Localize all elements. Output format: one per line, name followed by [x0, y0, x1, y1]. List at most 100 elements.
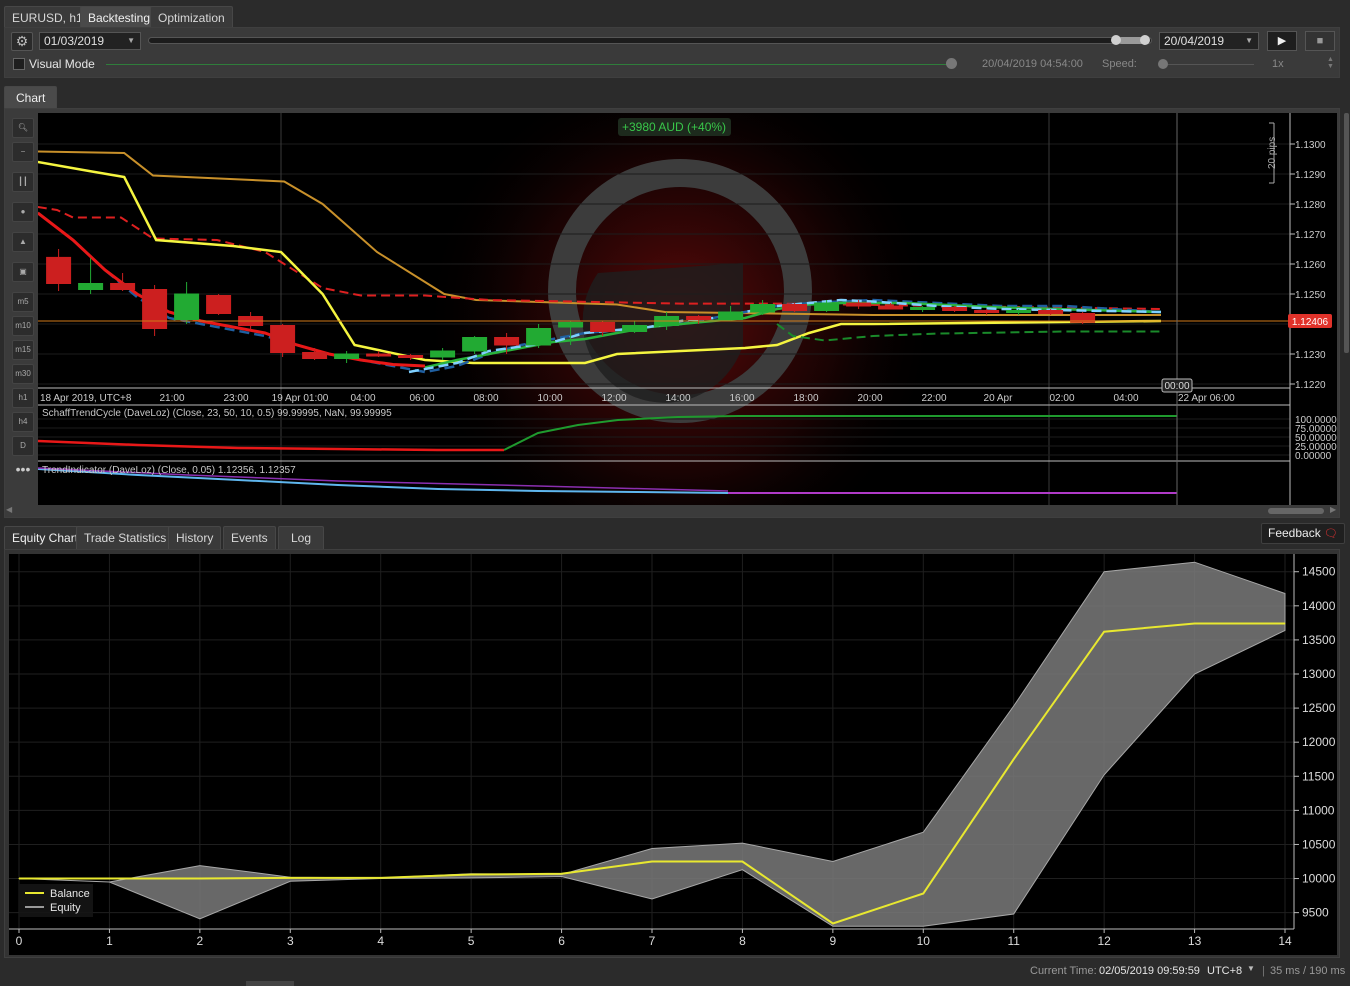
balance-point	[108, 878, 110, 880]
price-chart[interactable]: 1.1300 1.1290 1.1280 1.1270 1.1260 1.1250 1.12…	[38, 113, 1337, 505]
time-tick-label: 06:00	[409, 393, 434, 404]
drawing-tools-icon[interactable]: ▲	[12, 232, 34, 252]
chart-type-icon[interactable]: ┃┃	[12, 172, 34, 192]
end-date-picker[interactable]: 20/04/2019 ▼	[1159, 32, 1259, 50]
equity-chart[interactable]: 9500 10000 10500 11000 11500 12000 12500 13000 1…	[9, 554, 1337, 955]
range-end-handle[interactable]	[1140, 35, 1150, 45]
time-tick-label: 22:00	[921, 393, 946, 404]
stop-button[interactable]: ■	[1305, 31, 1335, 51]
equity-x-tick-label: 5	[468, 934, 475, 948]
start-date-picker[interactable]: 01/03/2019 ▼	[39, 32, 141, 50]
time-tick-label: 18:00	[793, 393, 818, 404]
time-tick-label: 16:00	[729, 393, 754, 404]
balance-point	[470, 873, 472, 875]
speed-spinner[interactable]: ▲ ▼	[1327, 56, 1334, 70]
tab-log[interactable]: Log	[278, 526, 325, 549]
schaff-indicator-label: SchaffTrendCycle (DaveLoz) (Close, 23, 5…	[42, 408, 392, 419]
scrollbar-thumb[interactable]	[1268, 508, 1324, 514]
equity-x-tick-label: 12	[1097, 934, 1111, 948]
trend-indicator-label: TrendIndicator (DaveLoz) (Close, 0.05) 1…	[42, 465, 296, 476]
bull-candle	[750, 304, 776, 313]
balance-point	[1103, 631, 1105, 633]
timeframe-m5-icon[interactable]: m5	[12, 292, 34, 312]
timeframe-h4-icon[interactable]: h4	[12, 412, 34, 432]
bear-candle	[846, 302, 872, 307]
balance-point	[1194, 623, 1196, 625]
tab-events[interactable]: Events	[223, 526, 276, 549]
speed-slider-handle[interactable]	[1158, 59, 1168, 69]
bear-candle	[366, 353, 392, 357]
equity-x-tick-label: 3	[287, 934, 294, 948]
speed-slider-track[interactable]	[1161, 64, 1254, 65]
timezone-selector[interactable]: UTC+8	[1207, 965, 1242, 977]
chevron-down-icon: ▼	[127, 36, 135, 45]
settings-gear-icon[interactable]: ⚙	[11, 32, 33, 51]
equity-y-tick-label: 10000	[1302, 872, 1336, 886]
equity-x-tick-label: 9	[830, 934, 837, 948]
timeframe-d1-icon[interactable]: D	[12, 436, 34, 456]
equity-y-tick-label: 14500	[1302, 565, 1336, 579]
bull-candle	[334, 353, 360, 359]
zoom-in-icon[interactable]: 🔍︎	[12, 118, 34, 138]
current-time-value: 02/05/2019 09:59:59	[1099, 965, 1200, 977]
timeframe-m10-icon[interactable]: m10	[12, 316, 34, 336]
balance-point	[199, 878, 201, 880]
current-price-tag: 1.12406	[1292, 317, 1329, 328]
equity-legend: Balance Equity	[19, 884, 93, 917]
equity-x-tick-label: 4	[377, 934, 384, 948]
equity-x-tick-label: 11	[1007, 934, 1020, 948]
timeframe-h1-icon[interactable]: h1	[12, 388, 34, 408]
equity-x-tick-label: 2	[197, 934, 204, 948]
bottom-grip[interactable]	[246, 981, 294, 986]
equity-y-tick-label: 13500	[1302, 633, 1336, 647]
time-tick-label: 20 Apr	[984, 393, 1014, 404]
bear-candle	[878, 305, 904, 310]
play-button[interactable]: ▶	[1267, 31, 1297, 51]
price-tick-label: 1.1220	[1295, 380, 1326, 391]
pips-label: 20 pips	[1267, 137, 1278, 169]
performance-readout: 35 ms / 190 ms	[1270, 965, 1346, 977]
visual-progress-handle[interactable]	[946, 58, 957, 69]
price-tick-label: 1.1290	[1295, 170, 1326, 181]
tab-history[interactable]: History	[168, 526, 222, 549]
tab-equity-chart[interactable]: Equity Chart	[4, 526, 87, 549]
equity-y-tick-label: 13000	[1302, 667, 1336, 681]
equity-x-tick-label: 10	[917, 934, 931, 948]
backtest-controls: ⚙ 01/03/2019 ▼ 20/04/2019 ▼ ▶ ■ Visual M…	[4, 27, 1340, 78]
vertical-scrollbar[interactable]	[1344, 113, 1349, 353]
zoom-out-icon[interactable]: −	[12, 142, 34, 162]
scroll-right-icon[interactable]: ▶	[1330, 505, 1336, 514]
time-tick-label: 20:00	[857, 393, 882, 404]
price-tick-label: 1.1300	[1295, 140, 1326, 151]
tab-backtesting[interactable]: Backtesting	[80, 6, 159, 28]
date-range-track[interactable]	[148, 37, 1152, 44]
sim-time-readout: 20/04/2019 04:54:00	[982, 58, 1083, 70]
equity-x-tick-label: 8	[739, 934, 746, 948]
speed-value: 1x	[1272, 58, 1284, 70]
chevron-down-icon[interactable]: ▼	[1247, 964, 1255, 973]
timeframe-m30-icon[interactable]: m30	[12, 364, 34, 384]
visual-mode-checkbox[interactable]	[13, 58, 25, 70]
tab-chart[interactable]: Chart	[4, 86, 58, 108]
time-tick-label: 23:00	[223, 393, 248, 404]
profit-badge: +3980 AUD (+40%)	[622, 120, 726, 134]
tab-trade-statistics[interactable]: Trade Statistics	[76, 526, 175, 549]
timeframe-m15-icon[interactable]: m15	[12, 340, 34, 360]
bear-candle	[142, 289, 168, 329]
feedback-button[interactable]: Feedback 🗨︎	[1261, 523, 1346, 544]
chart-scrollbar[interactable]: ◀ ▶	[6, 505, 1338, 515]
share-icon[interactable]: ●	[12, 202, 34, 222]
equity-y-tick-label: 14000	[1302, 599, 1336, 613]
tab-optimization[interactable]: Optimization	[150, 6, 233, 28]
speed-label: Speed:	[1102, 58, 1137, 70]
screenshot-icon[interactable]: ▣	[12, 262, 34, 282]
equity-x-tick-label: 14	[1278, 934, 1292, 948]
scroll-left-icon[interactable]: ◀	[6, 505, 12, 514]
schaff-tick-label: 0.00000	[1295, 451, 1332, 462]
more-icon[interactable]: •••	[12, 460, 34, 480]
equity-x-tick-label: 7	[649, 934, 656, 948]
range-start-handle[interactable]	[1111, 35, 1121, 45]
equity-y-tick-label: 12000	[1302, 735, 1336, 749]
tab-symbol-chart[interactable]: EURUSD, h1	[4, 6, 91, 28]
bull-candle	[430, 350, 456, 358]
